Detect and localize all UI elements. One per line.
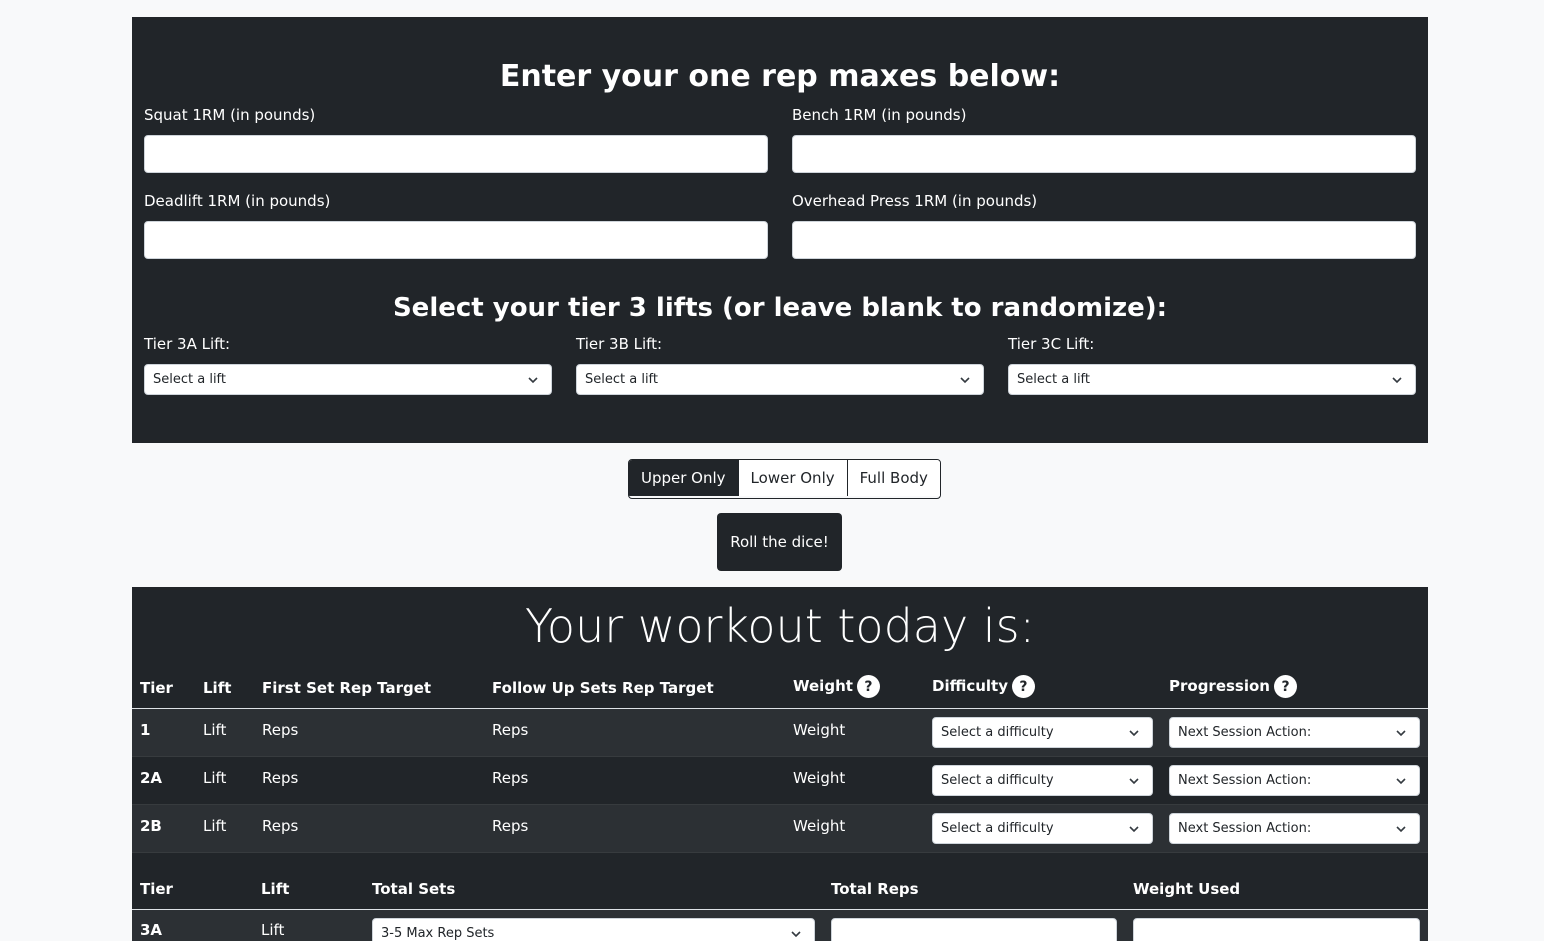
row-tier: 2B [140,817,162,835]
difficulty-select[interactable]: Select a difficulty [932,765,1153,796]
workout-heading: Your workout today is: [524,599,1036,653]
th-weight: Weight? [793,675,880,698]
deadlift-input[interactable] [144,221,768,259]
chevron-down-icon [528,376,538,383]
t3-th-total-sets: Total Sets [372,880,456,898]
row-divider [132,852,1428,853]
roll-dice-button[interactable]: Roll the dice! [717,513,842,571]
row-weight: Weight [793,721,846,739]
t3-th-tier: Tier [140,880,173,898]
row-tier: 1 [140,721,151,739]
lower-only-button[interactable]: Lower Only [737,460,847,496]
th-lift: Lift [203,679,232,697]
difficulty-selected: Select a difficulty [941,773,1054,788]
tier3a-label: Tier 3A Lift: [144,335,231,353]
row-first-set: Reps [262,817,299,835]
chevron-down-icon [791,930,801,937]
row-follow-up: Reps [492,817,529,835]
difficulty-help-icon[interactable]: ? [1011,675,1035,698]
t3-th-weight-used: Weight Used [1133,880,1241,898]
difficulty-selected: Select a difficulty [941,725,1054,740]
tier3a-selected: Select a lift [153,372,227,387]
upper-only-button[interactable]: Upper Only [629,460,738,496]
progression-select[interactable]: Next Session Action: [1169,765,1420,796]
th-difficulty-label: Difficulty [932,677,1008,695]
weight-used-input[interactable] [1133,918,1420,941]
tier3c-label: Tier 3C Lift: [1008,335,1095,353]
progression-select[interactable]: Next Session Action: [1169,717,1420,748]
ohp-label: Overhead Press 1RM (in pounds) [792,192,1038,210]
row-lift: Lift [203,769,227,787]
th-follow-up: Follow Up Sets Rep Target [492,679,714,697]
difficulty-select[interactable]: Select a difficulty [932,813,1153,844]
bench-label: Bench 1RM (in pounds) [792,106,967,124]
progression-select[interactable]: Next Session Action: [1169,813,1420,844]
row-lift: Lift [203,817,227,835]
tier3c-select[interactable]: Select a lift [1008,364,1416,395]
chevron-down-icon [1129,825,1139,832]
row-first-set: Reps [262,721,299,739]
tier3c-selected: Select a lift [1017,372,1091,387]
progression-selected: Next Session Action: [1178,773,1312,788]
th-progression: Progression? [1169,675,1297,698]
difficulty-select[interactable]: Select a difficulty [932,717,1153,748]
progression-selected: Next Session Action: [1178,725,1312,740]
row-lift: Lift [203,721,227,739]
chevron-down-icon [1396,729,1406,736]
th-progression-label: Progression [1169,677,1270,695]
th-tier: Tier [140,679,173,697]
tier3b-select[interactable]: Select a lift [576,364,984,395]
t3-th-total-reps: Total Reps [831,880,919,898]
tier3b-selected: Select a lift [585,372,659,387]
maxes-heading: Enter your one rep maxes below: [499,59,1061,94]
tier3a-select[interactable]: Select a lift [144,364,552,395]
total-sets-selected: 3-5 Max Rep Sets [381,926,495,941]
chevron-down-icon [960,376,970,383]
one-rep-max-panel: Enter your one rep maxes below: Squat 1R… [132,17,1428,443]
progression-help-icon[interactable]: ? [1274,675,1297,698]
split-toggle-group: Upper Only Lower Only Full Body [628,459,941,499]
squat-input[interactable] [144,135,768,173]
row-tier: 2A [140,769,163,787]
chevron-down-icon [1396,777,1406,784]
t3-th-lift: Lift [261,880,290,898]
row-follow-up: Reps [492,769,529,787]
t3-row-lift: Lift [261,921,285,939]
t3-row-tier: 3A [140,921,163,939]
chevron-down-icon [1392,376,1402,383]
squat-label: Squat 1RM (in pounds) [144,106,316,124]
chevron-down-icon [1129,777,1139,784]
progression-selected: Next Session Action: [1178,821,1312,836]
ohp-input[interactable] [792,221,1416,259]
bench-input[interactable] [792,135,1416,173]
row-weight: Weight [793,817,846,835]
th-first-set: First Set Rep Target [262,679,432,697]
total-reps-input[interactable] [831,918,1117,941]
difficulty-selected: Select a difficulty [941,821,1054,836]
th-weight-label: Weight [793,677,853,695]
tier3-heading: Select your tier 3 lifts (or leave blank… [392,293,1168,323]
weight-help-icon[interactable]: ? [856,675,880,698]
workout-panel: Your workout today is: Tier Lift First S… [132,587,1428,941]
row-follow-up: Reps [492,721,529,739]
tier3b-label: Tier 3B Lift: [576,335,663,353]
chevron-down-icon [1396,825,1406,832]
row-weight: Weight [793,769,846,787]
th-difficulty: Difficulty? [932,675,1035,698]
full-body-button[interactable]: Full Body [846,460,940,496]
total-sets-select[interactable]: 3-5 Max Rep Sets [372,918,815,941]
chevron-down-icon [1129,729,1139,736]
deadlift-label: Deadlift 1RM (in pounds) [144,192,331,210]
row-first-set: Reps [262,769,299,787]
